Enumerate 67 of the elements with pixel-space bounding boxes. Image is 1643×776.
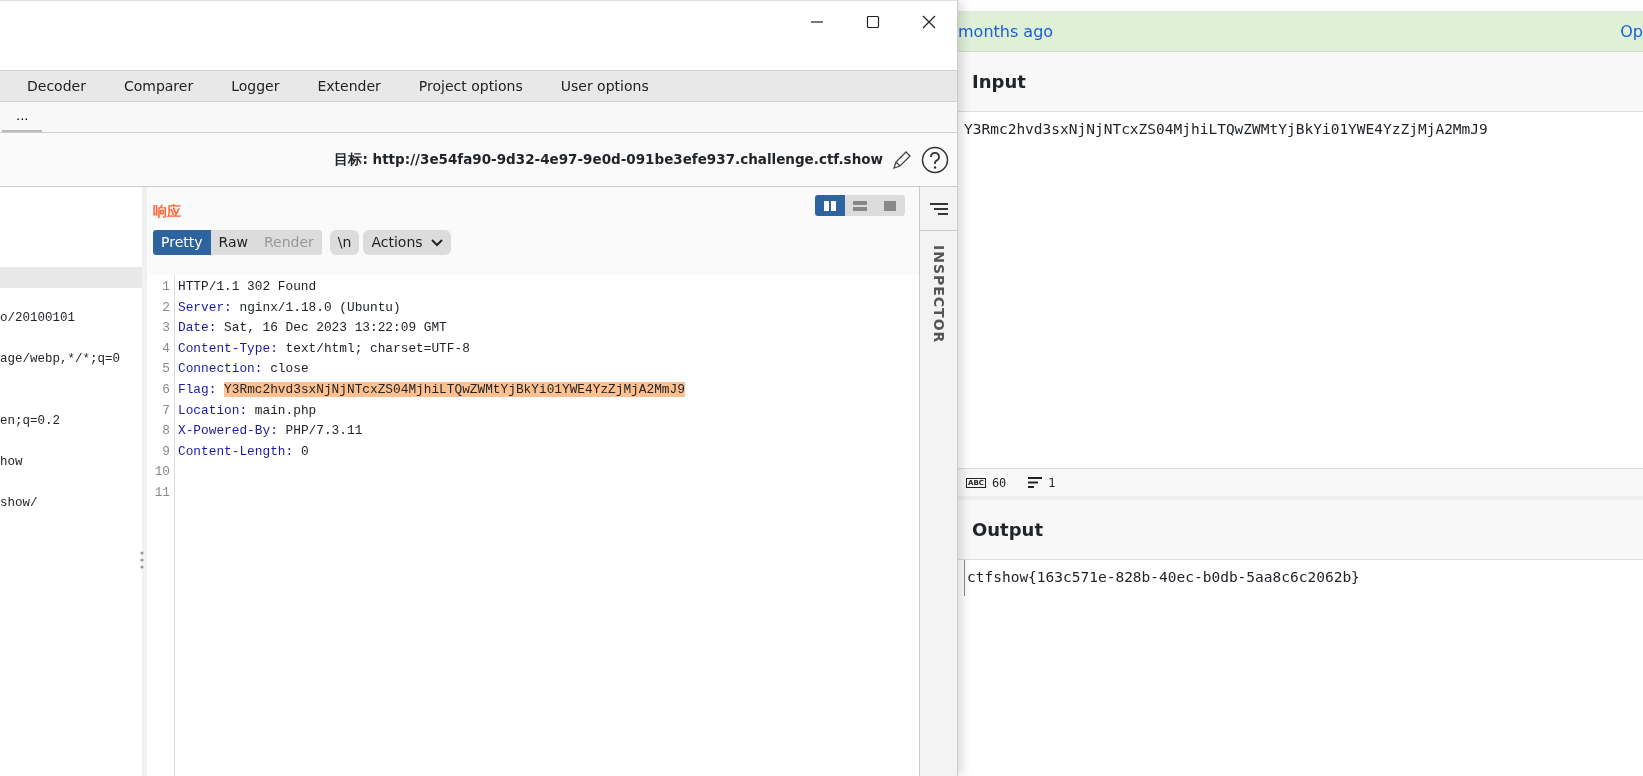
view-tab[interactable]: Pretty xyxy=(153,230,211,255)
line-number: 9 xyxy=(161,442,170,461)
help-icon[interactable] xyxy=(921,145,949,174)
line-number: 7 xyxy=(161,401,170,420)
line-number: 6 xyxy=(161,380,170,399)
tool-tab[interactable]: Decoder xyxy=(8,75,105,97)
request-line: o/20100101 xyxy=(0,309,76,327)
request-line: en;q=0.2 xyxy=(0,412,61,430)
maximize-icon[interactable] xyxy=(866,14,880,29)
header-name: X-Powered-By: xyxy=(178,423,278,439)
header-name: Date: xyxy=(178,320,217,336)
tool-tab[interactable]: Extender xyxy=(298,75,400,97)
line-number: 5 xyxy=(161,360,170,379)
lines-icon xyxy=(1028,477,1043,488)
menu-icon[interactable] xyxy=(928,201,949,216)
tool-tab[interactable]: Project options xyxy=(399,75,542,97)
layout-icon xyxy=(823,199,837,212)
tool-tab[interactable]: Comparer xyxy=(104,75,213,97)
line-number: 1 xyxy=(161,278,170,296)
header-name: Flag: xyxy=(178,381,217,397)
inspector-tab[interactable]: INSPECTOR xyxy=(928,245,949,344)
line-count: 1 xyxy=(1048,474,1056,492)
layout-button[interactable] xyxy=(815,195,845,216)
request-line: age/webp,*/*;q=0 xyxy=(0,350,122,368)
actions-button[interactable]: Actions xyxy=(363,230,451,255)
line-number: 4 xyxy=(161,339,170,358)
header-name: Connection: xyxy=(178,361,263,377)
line-number: 2 xyxy=(161,298,170,317)
header-name: Location: xyxy=(178,402,248,418)
line-number: 10 xyxy=(153,463,170,482)
output-field[interactable]: ctfshow{163c571e-828b-40ec-b0db-5aa8c6c2062b} xyxy=(964,560,1643,596)
header-value: close xyxy=(270,361,309,377)
line-number: 8 xyxy=(161,422,170,441)
tool-tab[interactable]: Logger xyxy=(212,75,299,97)
input-field[interactable]: Y3Rmc2hvd3sxNjNjNTcxZS04MjhiLTQwZWMtYjBkYi01YWE4YzZjMjA2MmJ9 xyxy=(958,112,1643,468)
header-value: Y3Rmc2hvd3sxNjNjNTcxZS04MjhiLTQwZWMtYjBkYi01YWE4YzZjMjA2MmJ9 xyxy=(224,381,685,397)
request-line: show/ xyxy=(0,494,39,512)
header-value: text/html; charset=UTF-8 xyxy=(285,340,470,356)
response-line: HTTP/1.1 302 Found xyxy=(178,278,318,296)
request-line: how xyxy=(0,453,24,471)
tool-tab[interactable]: User options xyxy=(541,75,668,97)
header-value: PHP/7.3.11 xyxy=(285,423,363,439)
layout-button[interactable] xyxy=(875,195,905,216)
close-icon[interactable] xyxy=(922,14,936,29)
output-title: Output xyxy=(972,518,1044,542)
line-number: 3 xyxy=(161,319,170,338)
input-title: Input xyxy=(972,70,1026,94)
view-tab[interactable]: Raw xyxy=(210,230,256,255)
panel-title: 响应 xyxy=(153,202,181,221)
header-name: Content-Length: xyxy=(178,443,294,459)
line-number: 11 xyxy=(153,483,170,502)
header-value: 0 xyxy=(300,443,309,459)
header-value: nginx/1.18.0 (Ubuntu) xyxy=(239,299,401,315)
header-value: main.php xyxy=(254,402,317,418)
open-link[interactable]: Op xyxy=(1620,19,1643,44)
header-value: Sat, 16 Dec 2023 13:22:09 GMT xyxy=(224,320,447,336)
layout-button[interactable] xyxy=(845,195,875,216)
header-name: Server: xyxy=(178,299,232,315)
layout-icon xyxy=(883,199,897,212)
length-count: 60 xyxy=(991,474,1007,492)
newline-button[interactable]: \n xyxy=(329,230,360,255)
commit-time-link[interactable]: months ago xyxy=(958,19,1054,44)
resize-handle[interactable] xyxy=(140,551,144,569)
chevron-icon xyxy=(430,238,443,247)
layout-icon xyxy=(853,199,867,212)
header-name: Content-Type: xyxy=(178,340,278,356)
target-url: 目标: http://3e54fa90-9d32-4e97-9e0d-091be3efe937.challenge.ctf.show xyxy=(334,150,883,170)
